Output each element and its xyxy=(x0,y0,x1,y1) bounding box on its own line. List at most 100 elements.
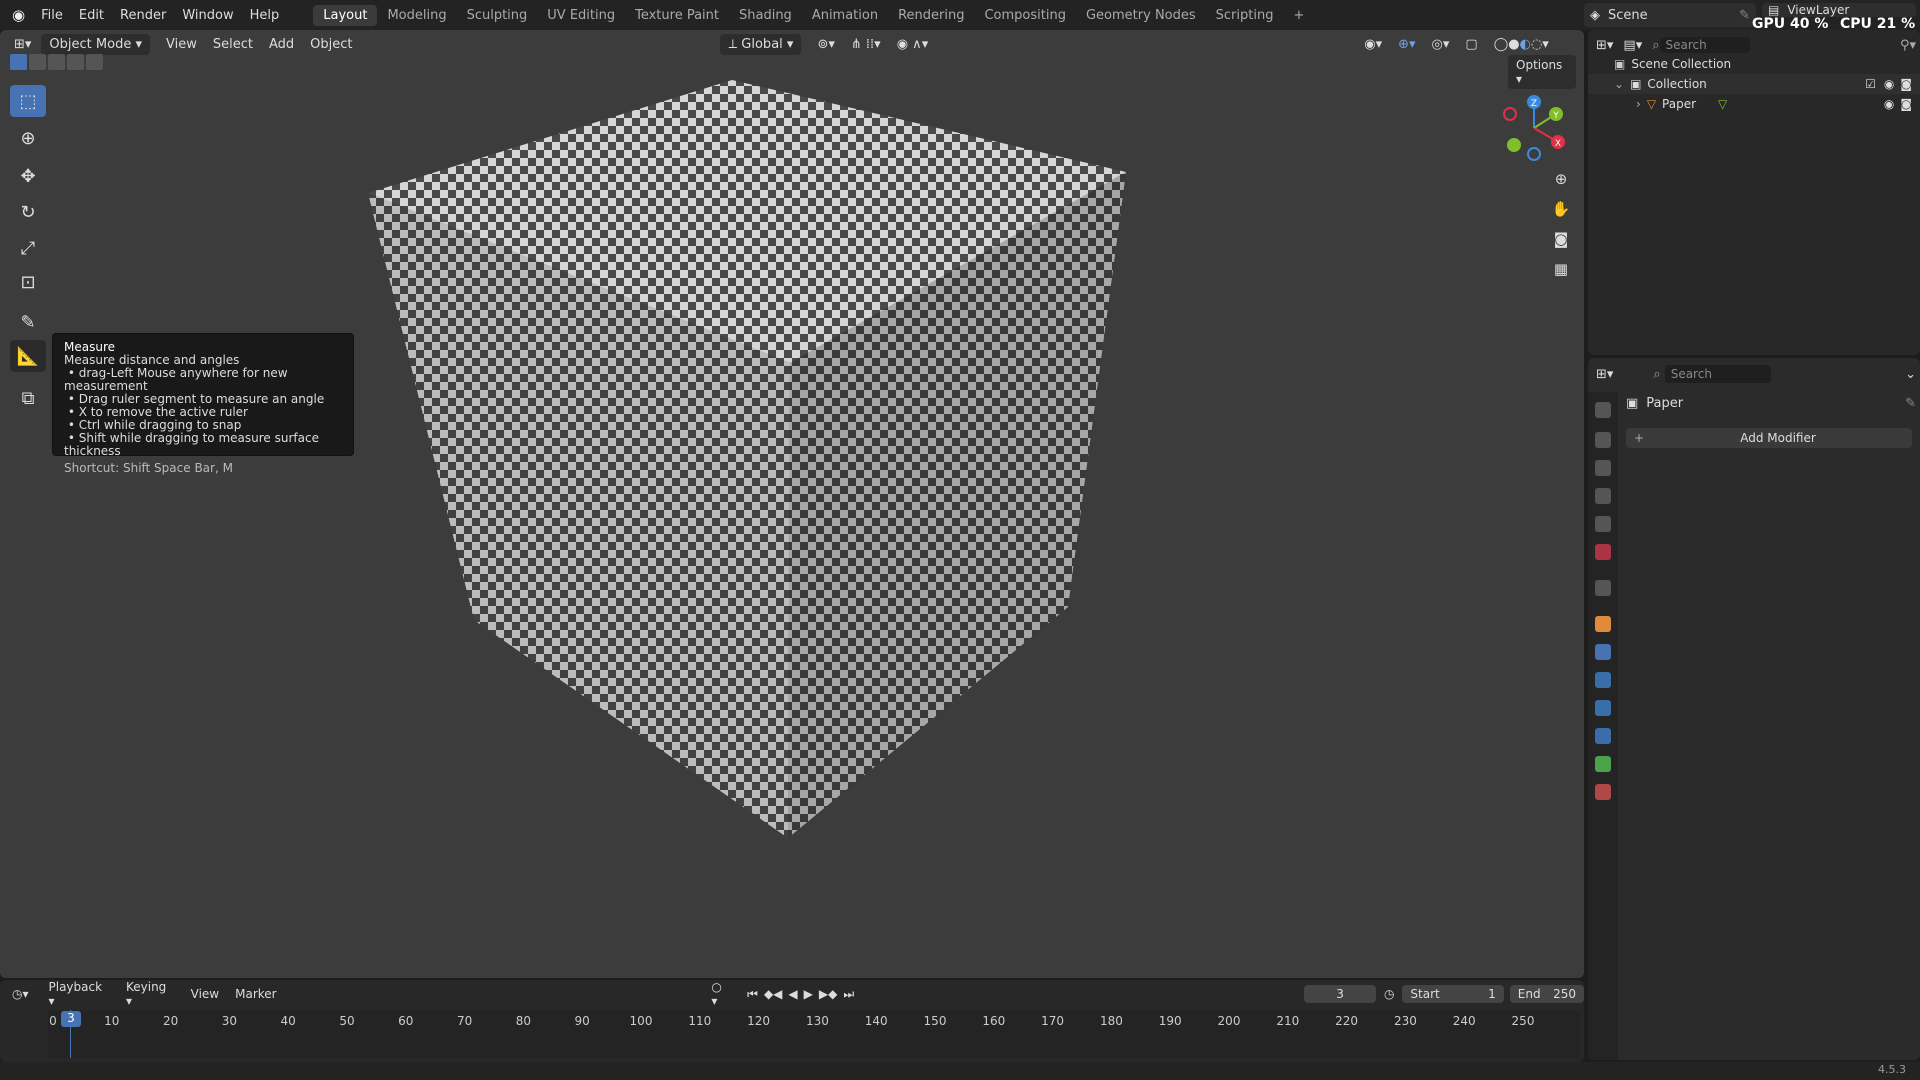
pan-button[interactable]: ✋ xyxy=(1548,196,1574,222)
menu-help[interactable]: Help xyxy=(242,8,288,23)
eye-icon[interactable]: ◉ xyxy=(1884,97,1894,111)
collection-label: Collection xyxy=(1647,77,1707,91)
prev-keyframe-icon[interactable]: ◆◀ xyxy=(764,987,782,1001)
camera-icon[interactable]: ◙ xyxy=(1900,77,1912,91)
properties-object-name: Paper xyxy=(1646,395,1684,411)
add-workspace-button[interactable]: + xyxy=(1283,5,1314,26)
menu-render[interactable]: Render xyxy=(112,8,174,23)
keying-menu[interactable]: Keying ▾ xyxy=(118,980,183,1008)
properties-header: ⊞▾ ⌕ Search ⌄ xyxy=(1596,362,1916,386)
editor-type-icon[interactable]: ◷▾ xyxy=(12,987,29,1001)
frame-tick-label: 240 xyxy=(1452,1014,1476,1028)
zoom-button[interactable]: ⊕ xyxy=(1548,166,1574,192)
tab-sculpting[interactable]: Sculpting xyxy=(457,5,538,26)
tab-geometry-nodes[interactable]: Geometry Nodes xyxy=(1076,5,1206,26)
play-icon[interactable]: ▶ xyxy=(804,987,813,1001)
3d-viewport[interactable]: ⊞▾ Object Mode ▾ View Select Add Object … xyxy=(0,30,1584,978)
filter-icon[interactable]: ⚲▾ xyxy=(1900,38,1916,53)
collection-tab-icon[interactable] xyxy=(1595,580,1611,596)
ortho-toggle-button[interactable]: ▦ xyxy=(1548,256,1574,282)
playback-menu[interactable]: Playback ▾ xyxy=(41,980,118,1008)
camera-view-button[interactable]: ◙ xyxy=(1548,226,1574,252)
frame-tick-label: 150 xyxy=(923,1014,947,1028)
tab-shading[interactable]: Shading xyxy=(729,5,802,26)
chevron-right-icon[interactable]: › xyxy=(1636,97,1641,111)
tab-texture-paint[interactable]: Texture Paint xyxy=(625,5,729,26)
outliner-header: ⊞▾ ▤▾ ⌕ Search ⚲▾ xyxy=(1596,34,1916,56)
end-frame-field[interactable]: End 250 xyxy=(1509,985,1584,1003)
properties-tab-bar xyxy=(1588,392,1618,1060)
scene-tab-icon[interactable] xyxy=(1595,516,1611,532)
tab-uv-editing[interactable]: UV Editing xyxy=(537,5,625,26)
output-tab-icon[interactable] xyxy=(1595,460,1611,476)
tab-rendering[interactable]: Rendering xyxy=(888,5,974,26)
frame-tick-label: 80 xyxy=(515,1014,532,1028)
version-label: 4.5.3 xyxy=(1878,1063,1906,1076)
menu-view[interactable]: View xyxy=(183,987,227,1001)
frame-tick-label: 140 xyxy=(864,1014,888,1028)
frame-tick-label: 180 xyxy=(1099,1014,1123,1028)
search-icon: ⌕ xyxy=(1653,366,1661,382)
add-modifier-button[interactable]: + Add Modifier xyxy=(1626,428,1912,448)
tab-animation[interactable]: Animation xyxy=(802,5,888,26)
scene-collection-icon: ▣ xyxy=(1614,57,1626,71)
outliner-search-input[interactable]: Search xyxy=(1659,37,1750,53)
next-keyframe-icon[interactable]: ▶◆ xyxy=(819,987,837,1001)
tree-scene-collection[interactable]: ▣ Scene Collection xyxy=(1588,54,1920,74)
checker-cube[interactable] xyxy=(0,30,1584,978)
mesh-data-tab-icon[interactable] xyxy=(1595,756,1611,772)
stopwatch-icon[interactable]: ◷ xyxy=(1384,987,1394,1001)
menu-edit[interactable]: Edit xyxy=(71,8,112,23)
tree-collection[interactable]: ⌄ ▣ Collection ☑ ◉ ◙ xyxy=(1588,74,1920,94)
play-reverse-icon[interactable]: ◀ xyxy=(788,987,797,1001)
collection-icon: ▣ xyxy=(1630,77,1642,91)
navigation-gizmo[interactable]: Z Y X xyxy=(1500,90,1570,170)
scene-selector[interactable]: ◈ Scene ✎ xyxy=(1584,3,1756,27)
mesh-data-icon: ▽ xyxy=(1718,97,1728,111)
render-tab-icon[interactable] xyxy=(1595,432,1611,448)
view-layer-selector[interactable]: ▤ ViewLayer xyxy=(1762,3,1916,17)
tab-scripting[interactable]: Scripting xyxy=(1206,5,1284,26)
chevron-down-icon[interactable]: ⌄ xyxy=(1614,77,1624,91)
playhead-handle[interactable]: 3 xyxy=(61,1011,81,1027)
pin-icon[interactable]: ✎ xyxy=(1739,8,1750,23)
world-tab-icon[interactable] xyxy=(1595,544,1611,560)
view-layer-tab-icon[interactable] xyxy=(1595,488,1611,504)
tooltip-shortcut: Shortcut: Shift Space Bar, M xyxy=(64,461,233,475)
menu-marker[interactable]: Marker xyxy=(227,987,284,1001)
material-tab-icon[interactable] xyxy=(1595,784,1611,800)
constraints-tab-icon[interactable] xyxy=(1595,728,1611,744)
particles-tab-icon[interactable] xyxy=(1595,672,1611,688)
editor-type-icon[interactable]: ⊞▾ xyxy=(1596,38,1613,53)
tab-compositing[interactable]: Compositing xyxy=(974,5,1076,26)
properties-object-row: ▣ Paper ✎ xyxy=(1626,392,1916,414)
tree-object-paper[interactable]: › ▽ Paper ▽ ◉ ◙ xyxy=(1588,94,1920,114)
outliner-panel: ⊞▾ ▤▾ ⌕ Search ⚲▾ ▣ Scene Collection ⌄ ▣… xyxy=(1588,30,1920,355)
jump-end-icon[interactable]: ⏭ xyxy=(843,987,854,1002)
gizmo-z-label: Z xyxy=(1531,99,1537,109)
menu-file[interactable]: File xyxy=(33,8,71,23)
editor-type-icon[interactable]: ⊞▾ xyxy=(1596,367,1613,382)
object-tab-icon[interactable] xyxy=(1595,616,1611,632)
display-mode-icon[interactable]: ▤▾ xyxy=(1623,38,1642,53)
checkbox-icon[interactable]: ☑ xyxy=(1865,77,1876,91)
camera-icon[interactable]: ◙ xyxy=(1900,97,1912,111)
blender-logo-icon[interactable]: ◉ xyxy=(12,6,25,24)
jump-start-icon[interactable]: ⏮ xyxy=(747,987,758,1002)
search-icon: ⌕ xyxy=(1652,37,1660,53)
start-frame-field[interactable]: Start 1 xyxy=(1402,985,1504,1003)
menu-window[interactable]: Window xyxy=(174,8,241,23)
pin-icon[interactable]: ✎ xyxy=(1905,396,1916,411)
properties-search-input[interactable]: Search xyxy=(1664,365,1771,383)
chevron-down-icon[interactable]: ⌄ xyxy=(1905,367,1916,382)
eye-icon[interactable]: ◉ xyxy=(1884,77,1894,91)
current-frame-field[interactable]: 3 xyxy=(1304,985,1376,1003)
tool-tab-icon[interactable] xyxy=(1595,402,1611,418)
tab-layout[interactable]: Layout xyxy=(313,4,378,26)
auto-keying-icon[interactable]: ○ ▾ xyxy=(711,980,731,1008)
physics-tab-icon[interactable] xyxy=(1595,700,1611,716)
view-layer-icon: ▤ xyxy=(1768,3,1780,17)
modifier-tab-icon[interactable] xyxy=(1595,644,1611,660)
tab-modeling[interactable]: Modeling xyxy=(377,5,456,26)
measure-tooltip: Measure Measure distance and angles • dr… xyxy=(52,333,354,475)
